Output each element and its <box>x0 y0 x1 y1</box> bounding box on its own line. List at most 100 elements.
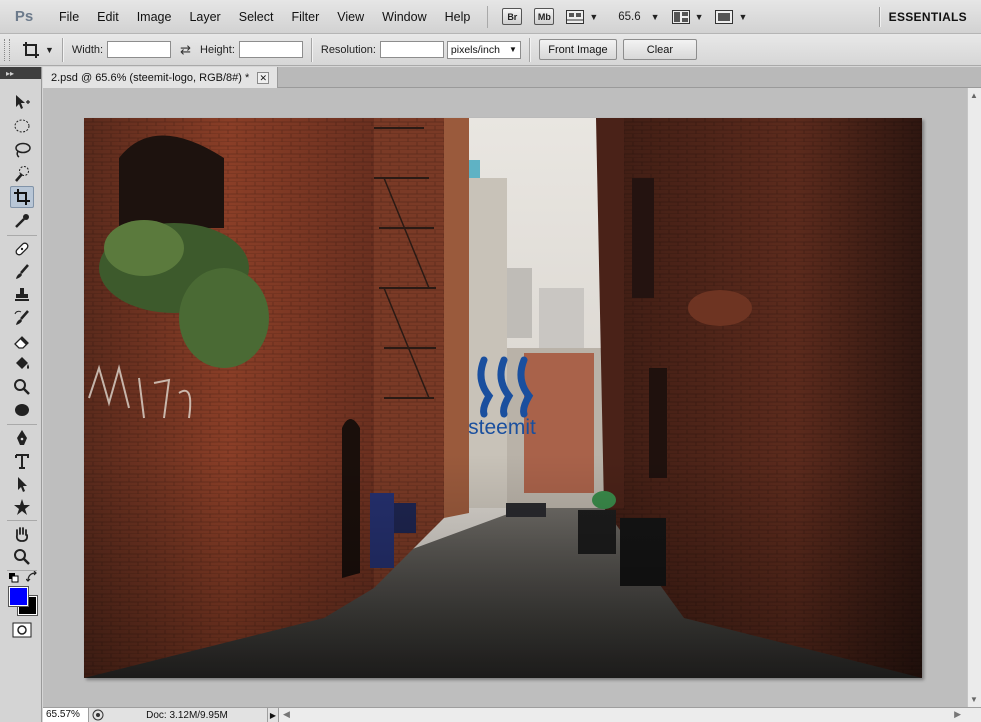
scroll-up-icon[interactable]: ▲ <box>970 91 978 100</box>
arrange-icon <box>671 9 690 24</box>
tool-preset-picker[interactable]: ▼ <box>22 41 54 59</box>
scroll-left-icon[interactable]: ◀ <box>283 709 290 720</box>
crop-tool[interactable] <box>10 186 34 208</box>
menu-window[interactable]: Window <box>373 0 435 34</box>
move-icon <box>16 95 30 109</box>
marquee-tool[interactable] <box>10 115 34 137</box>
height-label: Height: <box>200 43 235 56</box>
lasso-tool[interactable] <box>10 139 34 161</box>
menu-select[interactable]: Select <box>230 0 283 34</box>
width-label: Width: <box>71 43 104 56</box>
history-brush-icon <box>14 310 29 325</box>
brush-tool[interactable] <box>10 261 34 283</box>
front-image-button[interactable]: Front Image <box>538 39 617 60</box>
chevron-down-icon: ▼ <box>45 44 54 55</box>
photoshop-window: Ps File Edit Image Layer Select Filter V… <box>0 0 981 722</box>
width-input[interactable] <box>107 41 172 58</box>
hand-icon <box>15 527 29 542</box>
bandage-icon <box>15 242 29 256</box>
menu-layer[interactable]: Layer <box>180 0 229 34</box>
custom-shape-icon <box>14 499 30 515</box>
type-tool[interactable] <box>10 450 34 472</box>
bridge-icon: Br <box>502 8 523 25</box>
dodge-tool[interactable] <box>10 376 34 398</box>
photoshop-logo: Ps <box>14 8 34 25</box>
arrange-documents-button[interactable]: ▼ <box>671 7 703 27</box>
menu-view[interactable]: View <box>328 0 373 34</box>
pen-tool[interactable] <box>10 427 34 449</box>
zoom-level[interactable]: 65.6 <box>618 11 640 23</box>
foreground-color-swatch[interactable] <box>8 586 29 607</box>
resolution-label: Resolution: <box>320 43 376 56</box>
quick-selection-tool[interactable] <box>10 163 34 185</box>
status-menu-arrow-icon[interactable]: ▶ <box>267 708 279 722</box>
steemit-wordmark: steemit <box>468 416 536 439</box>
custom-shape-tool[interactable] <box>10 496 34 518</box>
swap-colors-icon[interactable] <box>26 571 38 583</box>
magnifier-icon <box>14 549 30 565</box>
tools-panel-collapse-icon[interactable]: ▸▸ <box>0 67 41 79</box>
alley-photo: steemit <box>84 118 922 678</box>
lasso-icon <box>15 142 31 158</box>
eraser-icon <box>14 336 29 349</box>
default-colors-icon[interactable] <box>9 573 19 583</box>
status-zoom-field[interactable]: 65.57% <box>43 708 89 722</box>
type-icon <box>15 454 29 469</box>
quick-mask-icon[interactable] <box>12 622 32 638</box>
eyedropper-tool[interactable] <box>10 210 34 232</box>
workspace-separator <box>879 7 881 27</box>
zoom-tool[interactable] <box>10 546 34 568</box>
stamp-icon <box>15 288 29 301</box>
clear-button[interactable]: Clear <box>622 39 697 60</box>
move-tool[interactable] <box>10 91 34 113</box>
paint-bucket-tool[interactable] <box>10 353 34 375</box>
pen-icon <box>17 430 27 445</box>
options-grip[interactable] <box>4 38 10 61</box>
workspace-switcher[interactable]: ESSENTIALS <box>889 0 967 34</box>
clone-stamp-tool[interactable] <box>10 284 34 306</box>
tools-divider <box>7 520 37 521</box>
crop-icon <box>23 41 39 58</box>
hand-tool[interactable] <box>10 523 34 545</box>
bridge-button[interactable]: Br <box>502 7 523 27</box>
zoom-chevron-down-icon[interactable]: ▼ <box>651 12 660 22</box>
menu-image[interactable]: Image <box>128 0 181 34</box>
history-brush-tool[interactable] <box>10 307 34 329</box>
chevron-down-icon: ▼ <box>738 11 748 22</box>
horizontal-scrollbar[interactable]: ◀ ▶ <box>279 708 981 722</box>
height-input[interactable] <box>238 41 303 58</box>
swap-dimensions-icon[interactable]: ⇄ <box>180 42 191 58</box>
healing-brush-tool[interactable] <box>10 238 34 260</box>
menu-separator <box>487 5 489 28</box>
menu-file[interactable]: File <box>50 0 88 34</box>
scroll-down-icon[interactable]: ▼ <box>970 695 978 704</box>
mini-bridge-button[interactable]: Mb <box>534 7 555 27</box>
resolution-input[interactable] <box>379 41 444 58</box>
brush-icon <box>16 264 29 279</box>
chevron-down-icon: ▼ <box>509 45 517 54</box>
document-tab-strip: 2.psd @ 65.6% (steemit-logo, RGB/8#) * ✕ <box>43 67 981 88</box>
screen-mode-icon <box>715 9 734 24</box>
extras-button[interactable]: ▼ <box>566 7 598 27</box>
film-strip-icon <box>566 9 585 24</box>
scroll-right-icon[interactable]: ▶ <box>954 709 961 720</box>
resolution-units-select[interactable]: pixels/inch ▼ <box>446 40 521 59</box>
vertical-scrollbar[interactable]: ▲ ▼ <box>967 88 981 707</box>
elliptical-marquee-icon <box>14 119 30 133</box>
document-canvas[interactable]: steemit <box>84 118 922 678</box>
menu-filter[interactable]: Filter <box>282 0 328 34</box>
menu-help[interactable]: Help <box>436 0 480 34</box>
chevron-down-icon: ▼ <box>589 11 599 22</box>
status-proof-icon[interactable] <box>89 709 107 721</box>
menu-edit[interactable]: Edit <box>88 0 128 34</box>
document-tab[interactable]: 2.psd @ 65.6% (steemit-logo, RGB/8#) * ✕ <box>43 67 279 88</box>
sponge-tool[interactable] <box>10 399 34 421</box>
options-separator <box>61 37 64 62</box>
path-selection-tool[interactable] <box>10 473 34 495</box>
paint-bucket-icon <box>16 357 29 369</box>
screen-mode-button[interactable]: ▼ <box>715 7 747 27</box>
dodge-icon <box>14 379 30 395</box>
eraser-tool[interactable] <box>10 330 34 352</box>
menu-bar: Ps File Edit Image Layer Select Filter V… <box>0 0 981 34</box>
close-icon[interactable]: ✕ <box>257 71 270 84</box>
